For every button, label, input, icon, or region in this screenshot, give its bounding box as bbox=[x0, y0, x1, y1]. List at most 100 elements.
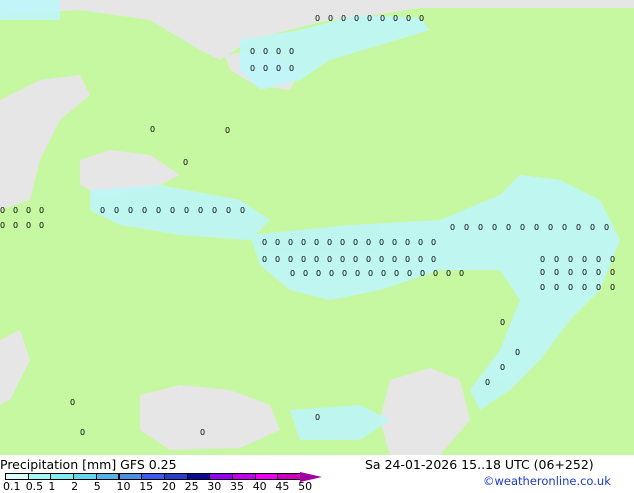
value-marker: 0 bbox=[39, 221, 44, 230]
value-marker: 0 bbox=[485, 378, 490, 387]
value-marker: 0 bbox=[393, 14, 398, 23]
legend-swatch bbox=[209, 473, 233, 480]
value-marker: 0 bbox=[212, 206, 217, 215]
value-marker: 0 bbox=[184, 206, 189, 215]
value-marker: 0 bbox=[610, 255, 615, 264]
copyright-link[interactable]: ©weatheronline.co.uk bbox=[483, 474, 611, 488]
value-marker: 0 bbox=[568, 268, 573, 277]
value-marker: 0 bbox=[381, 269, 386, 278]
value-marker: 0 bbox=[534, 223, 539, 232]
value-marker: 0 bbox=[340, 255, 345, 264]
value-marker: 0 bbox=[419, 14, 424, 23]
legend-tick: 30 bbox=[207, 480, 222, 493]
value-marker: 0 bbox=[582, 268, 587, 277]
legend-tick: 25 bbox=[184, 480, 199, 493]
value-marker: 0 bbox=[554, 283, 559, 292]
value-marker: 0 bbox=[142, 206, 147, 215]
value-marker: 0 bbox=[250, 47, 255, 56]
value-marker: 0 bbox=[433, 269, 438, 278]
value-marker: 0 bbox=[554, 255, 559, 264]
legend-tick: 40 bbox=[252, 480, 267, 493]
legend-tick: 45 bbox=[275, 480, 290, 493]
legend-footer: Precipitation [mm] GFS 0.25 Sa 24-01-202… bbox=[0, 455, 634, 493]
value-marker: 0 bbox=[301, 255, 306, 264]
value-marker: 0 bbox=[13, 221, 18, 230]
value-marker: 0 bbox=[250, 64, 255, 73]
legend-swatch bbox=[5, 473, 29, 480]
legend-swatch bbox=[141, 473, 165, 480]
value-marker: 0 bbox=[431, 255, 436, 264]
value-marker: 0 bbox=[340, 238, 345, 247]
value-marker: 0 bbox=[478, 223, 483, 232]
value-marker: 0 bbox=[26, 221, 31, 230]
value-marker: 0 bbox=[128, 206, 133, 215]
value-marker: 0 bbox=[353, 255, 358, 264]
value-marker: 0 bbox=[354, 14, 359, 23]
legend-tick: 20 bbox=[161, 480, 176, 493]
value-marker: 0 bbox=[353, 238, 358, 247]
value-marker: 0 bbox=[39, 206, 44, 215]
value-marker: 0 bbox=[327, 238, 332, 247]
legend-swatch bbox=[232, 473, 256, 480]
value-marker: 0 bbox=[226, 206, 231, 215]
value-marker: 0 bbox=[341, 14, 346, 23]
value-marker: 0 bbox=[568, 283, 573, 292]
value-marker: 0 bbox=[367, 14, 372, 23]
legend-tick: 2 bbox=[71, 480, 79, 493]
legend-swatch bbox=[27, 473, 52, 480]
value-marker: 0 bbox=[262, 255, 267, 264]
value-marker: 0 bbox=[170, 206, 175, 215]
value-marker: 0 bbox=[314, 238, 319, 247]
value-marker: 0 bbox=[301, 238, 306, 247]
value-marker: 0 bbox=[240, 206, 245, 215]
value-marker: 0 bbox=[464, 223, 469, 232]
value-marker: 0 bbox=[596, 283, 601, 292]
value-marker: 0 bbox=[450, 223, 455, 232]
value-marker: 0 bbox=[303, 269, 308, 278]
value-marker: 0 bbox=[315, 413, 320, 422]
value-marker: 0 bbox=[407, 269, 412, 278]
legend-tick: 0.1 bbox=[3, 480, 21, 493]
value-marker: 0 bbox=[492, 223, 497, 232]
value-marker: 0 bbox=[392, 255, 397, 264]
value-marker: 0 bbox=[576, 223, 581, 232]
value-marker: 0 bbox=[392, 238, 397, 247]
value-marker: 0 bbox=[13, 206, 18, 215]
valid-datetime: Sa 24-01-2026 15..18 UTC (06+252) bbox=[365, 457, 594, 472]
value-marker: 0 bbox=[276, 64, 281, 73]
value-marker: 0 bbox=[548, 223, 553, 232]
value-marker: 0 bbox=[288, 255, 293, 264]
value-marker: 0 bbox=[405, 255, 410, 264]
map-title: Precipitation [mm] GFS 0.25 bbox=[0, 457, 177, 472]
value-marker: 0 bbox=[540, 268, 545, 277]
value-marker: 0 bbox=[590, 223, 595, 232]
legend-swatch bbox=[73, 473, 97, 480]
value-marker: 0 bbox=[604, 223, 609, 232]
value-marker: 0 bbox=[431, 238, 436, 247]
value-marker: 0 bbox=[315, 14, 320, 23]
legend-swatch bbox=[277, 473, 302, 480]
value-marker: 0 bbox=[459, 269, 464, 278]
value-marker: 0 bbox=[418, 238, 423, 247]
legend-swatch bbox=[95, 473, 120, 480]
value-marker: 0 bbox=[288, 238, 293, 247]
value-marker: 0 bbox=[420, 269, 425, 278]
value-marker: 0 bbox=[276, 47, 281, 56]
value-marker: 0 bbox=[540, 255, 545, 264]
value-marker: 0 bbox=[515, 348, 520, 357]
legend-tick: 35 bbox=[230, 480, 244, 493]
value-marker: 0 bbox=[80, 428, 85, 437]
value-marker: 0 bbox=[554, 268, 559, 277]
value-marker: 0 bbox=[200, 428, 205, 437]
legend-swatch bbox=[254, 473, 279, 480]
value-marker: 0 bbox=[198, 206, 203, 215]
legend-swatch bbox=[50, 473, 75, 480]
value-marker: 0 bbox=[70, 398, 75, 407]
value-marker: 0 bbox=[418, 255, 423, 264]
value-marker: 0 bbox=[568, 255, 573, 264]
value-marker: 0 bbox=[355, 269, 360, 278]
legend-swatch bbox=[163, 473, 188, 480]
value-marker: 0 bbox=[596, 255, 601, 264]
value-marker: 0 bbox=[150, 125, 155, 134]
value-marker: 0 bbox=[500, 363, 505, 372]
